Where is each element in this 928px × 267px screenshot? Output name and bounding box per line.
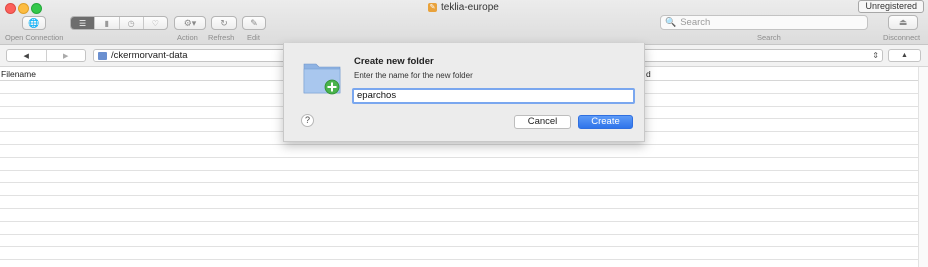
gear-icon: ⚙▾: [183, 17, 197, 28]
column-modified[interactable]: d: [646, 69, 651, 79]
search-label: Search: [757, 33, 781, 42]
bookmarks-view-icon[interactable]: ▮: [95, 17, 120, 29]
refresh-icon: ↻: [220, 17, 228, 28]
cancel-button[interactable]: Cancel: [514, 115, 571, 129]
zoom-window-button[interactable]: [31, 3, 42, 14]
unregistered-badge[interactable]: Unregistered: [858, 0, 924, 13]
server-bookmark-icon: ✎: [428, 3, 437, 12]
close-window-button[interactable]: [5, 3, 16, 14]
disconnect-label: Disconnect: [883, 33, 921, 42]
create-button[interactable]: Create: [578, 115, 633, 129]
open-connection-label: Open Connection: [5, 33, 64, 42]
window-title-text: teklia-europe: [441, 2, 499, 13]
forward-button[interactable]: ▶: [47, 50, 86, 61]
search-placeholder: Search: [680, 17, 711, 28]
action-label: Action: [177, 33, 198, 42]
table-row[interactable]: [0, 235, 918, 248]
chevron-updown-icon: ⇕: [872, 51, 879, 60]
pencil-icon: ✎: [250, 17, 258, 28]
table-row[interactable]: [0, 209, 918, 222]
history-view-icon[interactable]: ◷: [120, 17, 144, 29]
table-row[interactable]: [0, 247, 918, 261]
parent-directory-button[interactable]: ▲: [888, 49, 921, 62]
table-row[interactable]: [0, 222, 918, 235]
disconnect-button[interactable]: ⏏: [888, 15, 918, 30]
eject-icon: ⏏: [898, 17, 908, 27]
search-icon: 🔍: [665, 17, 677, 27]
help-button[interactable]: ?: [301, 114, 314, 127]
action-button[interactable]: ⚙▾: [174, 16, 206, 30]
edit-button[interactable]: ✎: [242, 16, 266, 30]
current-path: /ckermorvant-data: [111, 49, 188, 61]
refresh-label: Refresh: [208, 33, 235, 42]
folder-name-input[interactable]: eparchos: [352, 88, 635, 104]
dialog-title: Create new folder: [354, 56, 434, 67]
back-button[interactable]: ◀: [7, 50, 47, 61]
window-title: ✎ teklia-europe: [428, 2, 499, 13]
view-mode-segmented-control[interactable]: ☰ ▮ ◷ ♡: [70, 16, 168, 30]
open-connection-button[interactable]: 🌐: [22, 16, 46, 30]
table-row[interactable]: [0, 171, 918, 184]
table-row[interactable]: [0, 183, 918, 197]
edit-label: Edit: [247, 33, 260, 42]
table-row[interactable]: [0, 158, 918, 171]
vertical-scrollbar[interactable]: [918, 67, 928, 267]
table-row[interactable]: [0, 196, 918, 209]
create-folder-sheet: Create new folder Enter the name for the…: [283, 43, 645, 142]
new-folder-icon: [303, 63, 341, 95]
column-filename[interactable]: Filename: [1, 69, 36, 79]
browser-view-icon[interactable]: ☰: [71, 17, 96, 29]
dialog-message: Enter the name for the new folder: [354, 71, 473, 80]
bonjour-view-icon[interactable]: ♡: [144, 17, 167, 29]
minimize-window-button[interactable]: [18, 3, 29, 14]
globe-plus-icon: 🌐: [28, 17, 40, 28]
refresh-button[interactable]: ↻: [211, 16, 237, 30]
window-toolbar: ✎ teklia-europe Unregistered 🌐 Open Conn…: [0, 0, 928, 45]
search-field[interactable]: 🔍 Search: [660, 15, 868, 30]
disk-icon: [98, 51, 107, 60]
history-navigation: ◀ ▶: [6, 49, 86, 62]
table-row[interactable]: [0, 145, 918, 158]
